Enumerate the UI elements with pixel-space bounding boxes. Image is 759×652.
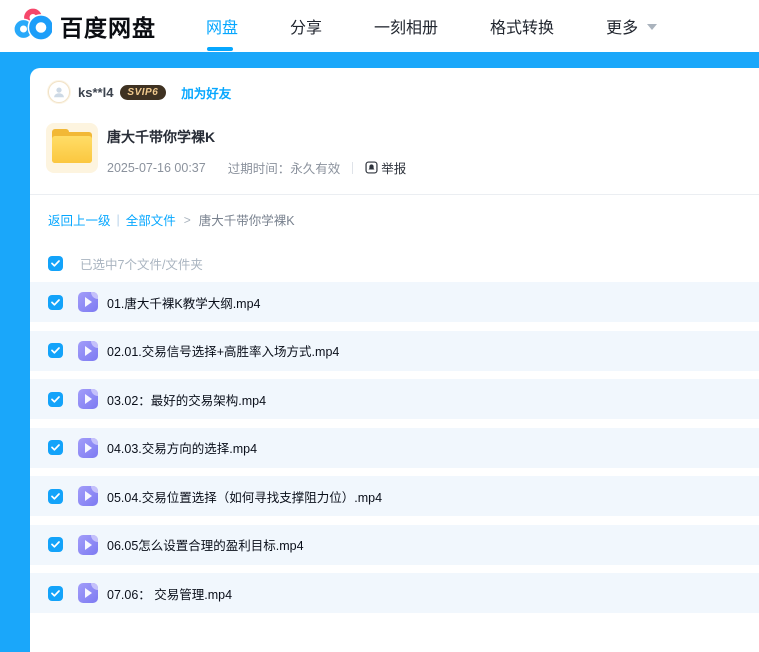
baidu-netdisk-logo-icon — [13, 7, 55, 46]
brand-logo[interactable]: 百度网盘 — [13, 7, 156, 46]
add-friend-link[interactable]: 加为好友 — [181, 83, 231, 102]
chevron-down-icon — [647, 24, 658, 30]
sharer-info-row: ks**l4 SVIP6 加为好友 — [30, 68, 759, 103]
file-checkbox[interactable] — [48, 537, 63, 552]
select-all-checkbox[interactable] — [48, 256, 63, 271]
share-title: 唐大千带你学裸K — [107, 129, 216, 145]
top-header: 百度网盘 网盘 分享 一刻相册 格式转换 更多 — [0, 0, 759, 52]
file-name[interactable]: 04.03.交易方向的选择.mp4 — [107, 438, 257, 457]
breadcrumb-pipe: | — [116, 212, 120, 227]
share-content-card: ks**l4 SVIP6 加为好友 唐大千带你学裸K 2025-07-16 00… — [30, 68, 759, 652]
share-expiry: 过期时间：永久有效 — [227, 162, 341, 176]
video-file-icon — [78, 340, 98, 361]
nav-tab-label: 一刻相册 — [374, 20, 439, 37]
breadcrumb-back-link[interactable]: 返回上一级 — [48, 210, 111, 229]
video-file-icon — [78, 583, 98, 603]
nav-tab-format-convert[interactable]: 格式转换 — [490, 14, 554, 38]
file-row[interactable]: 07.06： 交易管理.mp4 — [30, 573, 759, 613]
breadcrumb-current-folder: 唐大千带你学裸K — [198, 214, 295, 228]
video-file-icon — [78, 534, 98, 555]
file-row[interactable]: 03.02：最好的交易架构.mp4 — [30, 379, 759, 419]
file-list: 01.唐大千裸K教学大纲.mp4 02.01.交易信号选择+高胜率入场方式.mp… — [30, 282, 759, 613]
nav-tab-album[interactable]: 一刻相册 — [374, 14, 438, 38]
file-name[interactable]: 07.06： 交易管理.mp4 — [107, 584, 232, 603]
nav-tab-label: 分享 — [290, 20, 323, 37]
breadcrumb-separator: > — [183, 212, 191, 227]
video-file-icon — [78, 389, 98, 409]
folder-icon — [46, 123, 98, 173]
nav-tab-share[interactable]: 分享 — [290, 14, 322, 38]
file-name[interactable]: 01.唐大千裸K教学大纲.mp4 — [107, 293, 261, 312]
select-all-row: 已选中7个文件/文件夹 — [30, 254, 759, 273]
selection-summary: 已选中7个文件/文件夹 — [80, 258, 203, 272]
file-checkbox[interactable] — [48, 488, 63, 504]
file-name[interactable]: 06.05怎么设置合理的盈利目标.mp4 — [107, 535, 304, 554]
file-row[interactable]: 04.03.交易方向的选择.mp4 — [30, 427, 759, 468]
file-name[interactable]: 03.02：最好的交易架构.mp4 — [107, 390, 266, 409]
sharer-username: ks**l4 — [78, 84, 114, 100]
meta-divider — [352, 161, 354, 174]
file-name[interactable]: 05.04.交易位置选择（如何寻找支撑阻力位）.mp4 — [107, 487, 382, 506]
svip-badge: SVIP6 — [120, 84, 167, 100]
file-checkbox[interactable] — [48, 343, 63, 358]
file-row[interactable]: 06.05怎么设置合理的盈利目标.mp4 — [30, 524, 759, 565]
video-file-icon — [78, 292, 98, 312]
file-checkbox[interactable] — [48, 294, 63, 310]
share-date: 2025-07-16 00:37 — [107, 160, 206, 175]
video-file-icon — [78, 486, 98, 506]
share-meta: 2025-07-16 00:37 过期时间：永久有效 举报 — [107, 158, 406, 177]
active-tab-underline — [207, 47, 233, 51]
breadcrumb-all-files-link[interactable]: 全部文件 — [126, 210, 176, 229]
user-icon — [54, 87, 64, 98]
nav-tab-label: 网盘 — [206, 20, 239, 37]
file-checkbox[interactable] — [48, 585, 63, 601]
file-checkbox[interactable] — [48, 391, 63, 407]
nav-tab-more[interactable]: 更多 — [606, 14, 658, 38]
nav-tab-label: 格式转换 — [490, 20, 555, 37]
brand-name: 百度网盘 — [60, 15, 156, 41]
file-row[interactable]: 02.01.交易信号选择+高胜率入场方式.mp4 — [30, 330, 759, 371]
nav-tab-netdisk[interactable]: 网盘 — [206, 14, 239, 51]
file-checkbox[interactable] — [48, 440, 63, 455]
report-icon — [365, 161, 378, 174]
file-row[interactable]: 05.04.交易位置选择（如何寻找支撑阻力位）.mp4 — [30, 476, 759, 516]
file-name[interactable]: 02.01.交易信号选择+高胜率入场方式.mp4 — [107, 341, 339, 360]
report-label: 举报 — [381, 162, 407, 176]
nav-tab-label: 更多 — [606, 20, 639, 37]
report-button[interactable]: 举报 — [365, 158, 406, 177]
breadcrumb: 返回上一级 | 全部文件 > 唐大千带你学裸K — [30, 195, 759, 229]
file-row[interactable]: 01.唐大千裸K教学大纲.mp4 — [30, 282, 759, 322]
video-file-icon — [78, 437, 98, 458]
share-folder-info: 唐大千带你学裸K 2025-07-16 00:37 过期时间：永久有效 举报 — [30, 123, 759, 177]
avatar — [48, 81, 70, 103]
main-nav: 网盘 分享 一刻相册 格式转换 更多 — [206, 14, 709, 51]
